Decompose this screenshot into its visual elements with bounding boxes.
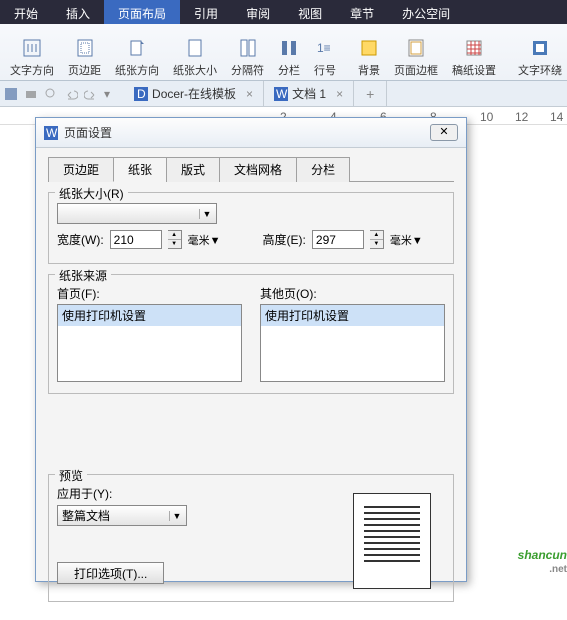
paper-size-combo[interactable]: ▼ — [57, 203, 217, 224]
width-unit[interactable]: 毫米▼ — [188, 232, 221, 248]
height-spinner[interactable]: ▲▼ — [370, 230, 384, 249]
ribbon-line-numbers[interactable]: 1≡行号 — [308, 26, 342, 78]
ribbon-text-wrap[interactable]: 文字环绕 — [512, 26, 567, 78]
background-icon — [358, 37, 380, 59]
list-item[interactable]: 使用打印机设置 — [58, 305, 241, 326]
ribbon: 文字方向 页边距 纸张方向 纸张大小 分隔符 分栏 1≡行号 背景 页面边框 稿… — [0, 24, 567, 81]
other-pages-listbox[interactable]: 使用打印机设置 — [260, 304, 445, 382]
group-label: 预览 — [55, 467, 87, 484]
menu-item[interactable]: 视图 — [284, 0, 336, 24]
ribbon-page-border[interactable]: 页面边框 — [388, 26, 444, 78]
margins-icon — [74, 37, 96, 59]
tab-columns[interactable]: 分栏 — [296, 157, 350, 182]
ribbon-columns[interactable]: 分栏 — [272, 26, 306, 78]
tab-paper[interactable]: 纸张 — [113, 157, 167, 182]
ribbon-breaks[interactable]: 分隔符 — [225, 26, 270, 78]
ribbon-size[interactable]: 纸张大小 — [167, 26, 223, 78]
menu-item[interactable]: 章节 — [336, 0, 388, 24]
new-tab-button[interactable]: + — [354, 81, 387, 107]
menu-item[interactable]: 插入 — [52, 0, 104, 24]
print-icon[interactable] — [24, 87, 38, 101]
columns-icon — [278, 37, 300, 59]
tab-margins[interactable]: 页边距 — [48, 157, 114, 182]
svg-text:W: W — [46, 126, 58, 140]
ribbon-orientation[interactable]: 纸张方向 — [109, 26, 165, 78]
ribbon-letter-paper[interactable]: 稿纸设置 — [446, 26, 502, 78]
ribbon-background[interactable]: 背景 — [352, 26, 386, 78]
dialog-title: 页面设置 — [64, 124, 112, 141]
breaks-icon — [237, 37, 259, 59]
menu-item[interactable]: 办公空间 — [388, 0, 464, 24]
group-label: 纸张来源 — [55, 267, 111, 284]
preview-icon[interactable] — [44, 87, 58, 101]
list-item[interactable]: 使用打印机设置 — [261, 305, 444, 326]
size-icon — [184, 37, 206, 59]
text-wrap-icon — [529, 37, 551, 59]
redo-icon[interactable] — [84, 87, 98, 101]
group-label: 纸张大小(R) — [55, 185, 128, 202]
paper-size-group: 纸张大小(R) ▼ 宽度(W): ▲▼ 毫米▼ 高度(E): ▲▼ 毫米▼ — [48, 192, 454, 264]
ribbon-margins[interactable]: 页边距 — [62, 26, 107, 78]
menu-item[interactable]: 开始 — [0, 0, 52, 24]
tab-document[interactable]: W 文档 1 × — [264, 81, 354, 107]
print-options-button[interactable]: 打印选项(T)... — [57, 562, 164, 584]
page-preview — [353, 493, 431, 589]
height-unit[interactable]: 毫米▼ — [390, 232, 423, 248]
page-setup-dialog: W 页面设置 ✕ 页边距 纸张 版式 文档网格 分栏 纸张大小(R) ▼ 宽度(… — [35, 117, 467, 582]
chevron-down-icon: ▼ — [199, 209, 214, 219]
other-pages-label: 其他页(O): — [260, 285, 445, 302]
width-input[interactable] — [110, 230, 162, 249]
ribbon-text-direction[interactable]: 文字方向 — [4, 26, 60, 78]
close-icon[interactable]: × — [246, 87, 253, 101]
paper-source-group: 纸张来源 首页(F): 使用打印机设置 其他页(O): 使用打印机设置 — [48, 274, 454, 394]
menu-item-active[interactable]: 页面布局 — [104, 0, 180, 24]
save-icon[interactable] — [4, 87, 18, 101]
apply-to-combo[interactable]: 整篇文档 ▼ — [57, 505, 187, 526]
text-direction-icon — [21, 37, 43, 59]
menu-item[interactable]: 审阅 — [232, 0, 284, 24]
undo-icon[interactable] — [64, 87, 78, 101]
tab-docer[interactable]: D Docer-在线模板 × — [124, 81, 264, 107]
svg-text:1≡: 1≡ — [317, 41, 331, 55]
watermark: shancun.net — [518, 543, 567, 575]
app-icon: W — [44, 126, 58, 140]
page-border-icon — [405, 37, 427, 59]
svg-text:D: D — [137, 87, 146, 101]
quick-access-toolbar: ▾ D Docer-在线模板 × W 文档 1 × + — [0, 81, 567, 107]
menu-bar: 开始 插入 页面布局 引用 审阅 视图 章节 办公空间 — [0, 0, 567, 24]
tab-grid[interactable]: 文档网格 — [219, 157, 297, 182]
orientation-icon — [126, 37, 148, 59]
width-label: 宽度(W): — [57, 231, 104, 248]
doc-icon: W — [274, 87, 288, 101]
chevron-down-icon: ▼ — [169, 511, 184, 521]
document-tabs: D Docer-在线模板 × W 文档 1 × + — [124, 81, 387, 107]
svg-text:W: W — [276, 87, 288, 101]
letter-paper-icon — [463, 37, 485, 59]
height-input[interactable] — [312, 230, 364, 249]
line-numbers-icon: 1≡ — [314, 37, 336, 59]
height-label: 高度(E): — [263, 231, 306, 248]
dialog-titlebar: W 页面设置 ✕ — [36, 118, 466, 148]
dialog-tabs: 页边距 纸张 版式 文档网格 分栏 — [48, 156, 454, 182]
width-spinner[interactable]: ▲▼ — [168, 230, 182, 249]
dropdown-icon[interactable]: ▾ — [104, 87, 110, 101]
close-icon[interactable]: × — [336, 87, 343, 101]
close-button[interactable]: ✕ — [430, 124, 458, 141]
menu-item[interactable]: 引用 — [180, 0, 232, 24]
first-page-listbox[interactable]: 使用打印机设置 — [57, 304, 242, 382]
first-page-label: 首页(F): — [57, 285, 242, 302]
docer-icon: D — [134, 87, 148, 101]
tab-layout[interactable]: 版式 — [166, 157, 220, 182]
